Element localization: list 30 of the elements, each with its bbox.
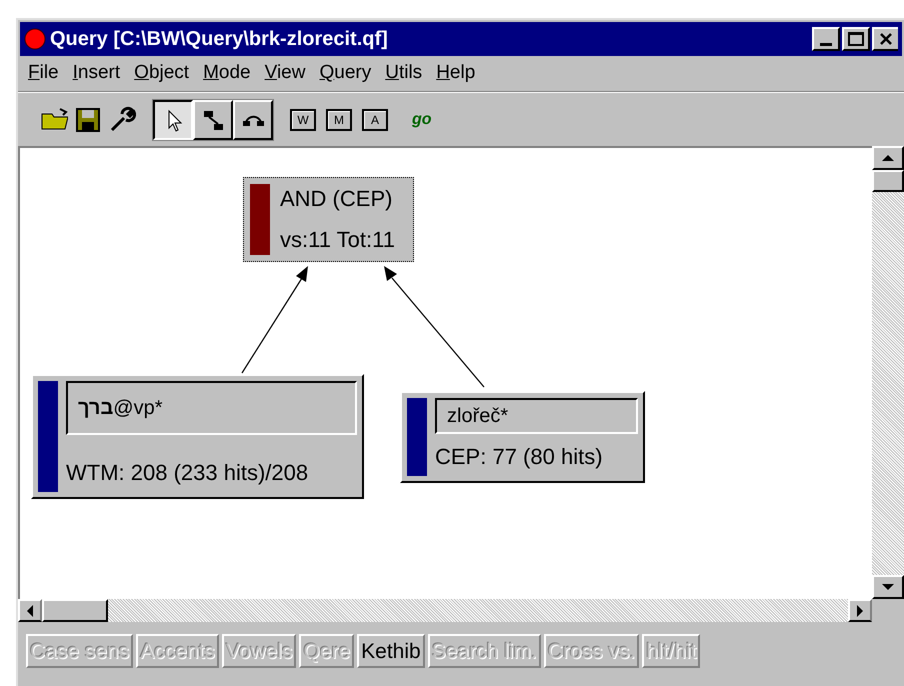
node-result: WTM: 208 (233 hits)/208 [66, 459, 310, 487]
close-icon [879, 32, 893, 46]
mode-button[interactable] [153, 100, 193, 140]
menu-item[interactable]: View [264, 59, 306, 88]
menu-item[interactable]: Utils [385, 59, 422, 88]
node-result: CEP: 77 (80 hits) [435, 443, 604, 471]
menu-item[interactable]: Object [134, 59, 190, 88]
menu-item[interactable]: File [28, 59, 59, 88]
term-node[interactable]: zlořeč* CEP: 77 (80 hits) [400, 391, 645, 483]
app-icon [24, 28, 46, 50]
term-field[interactable]: zlořeč* [435, 398, 638, 434]
menu-item[interactable]: Query [319, 59, 372, 88]
letter-tool-button[interactable]: A [362, 108, 388, 130]
menu-item[interactable]: Help [436, 59, 476, 88]
node-result: vs:11 Tot:11 [280, 226, 395, 254]
maximize-button[interactable] [842, 27, 870, 51]
letter-tool-button[interactable]: W [290, 108, 316, 130]
wrench-icon[interactable] [108, 106, 136, 134]
vertical-scrollbar[interactable] [872, 146, 904, 599]
menu-item[interactable]: Insert [72, 59, 120, 88]
option-toggle[interactable]: Kethib [357, 634, 425, 668]
menu-item[interactable]: Mode [203, 59, 251, 88]
letter-tool-button[interactable]: M [326, 108, 352, 130]
go-button[interactable]: go [412, 108, 432, 132]
operator-node[interactable]: AND (CEP) vs:11 Tot:11 [243, 177, 414, 262]
close-button[interactable] [872, 27, 898, 51]
horizontal-scrollbar[interactable] [18, 599, 872, 622]
node-title: AND (CEP) [280, 185, 394, 213]
window-title: Query [C:\BW\Query\brk-zlorecit.qf] [50, 27, 389, 52]
minimize-button[interactable] [812, 27, 840, 51]
